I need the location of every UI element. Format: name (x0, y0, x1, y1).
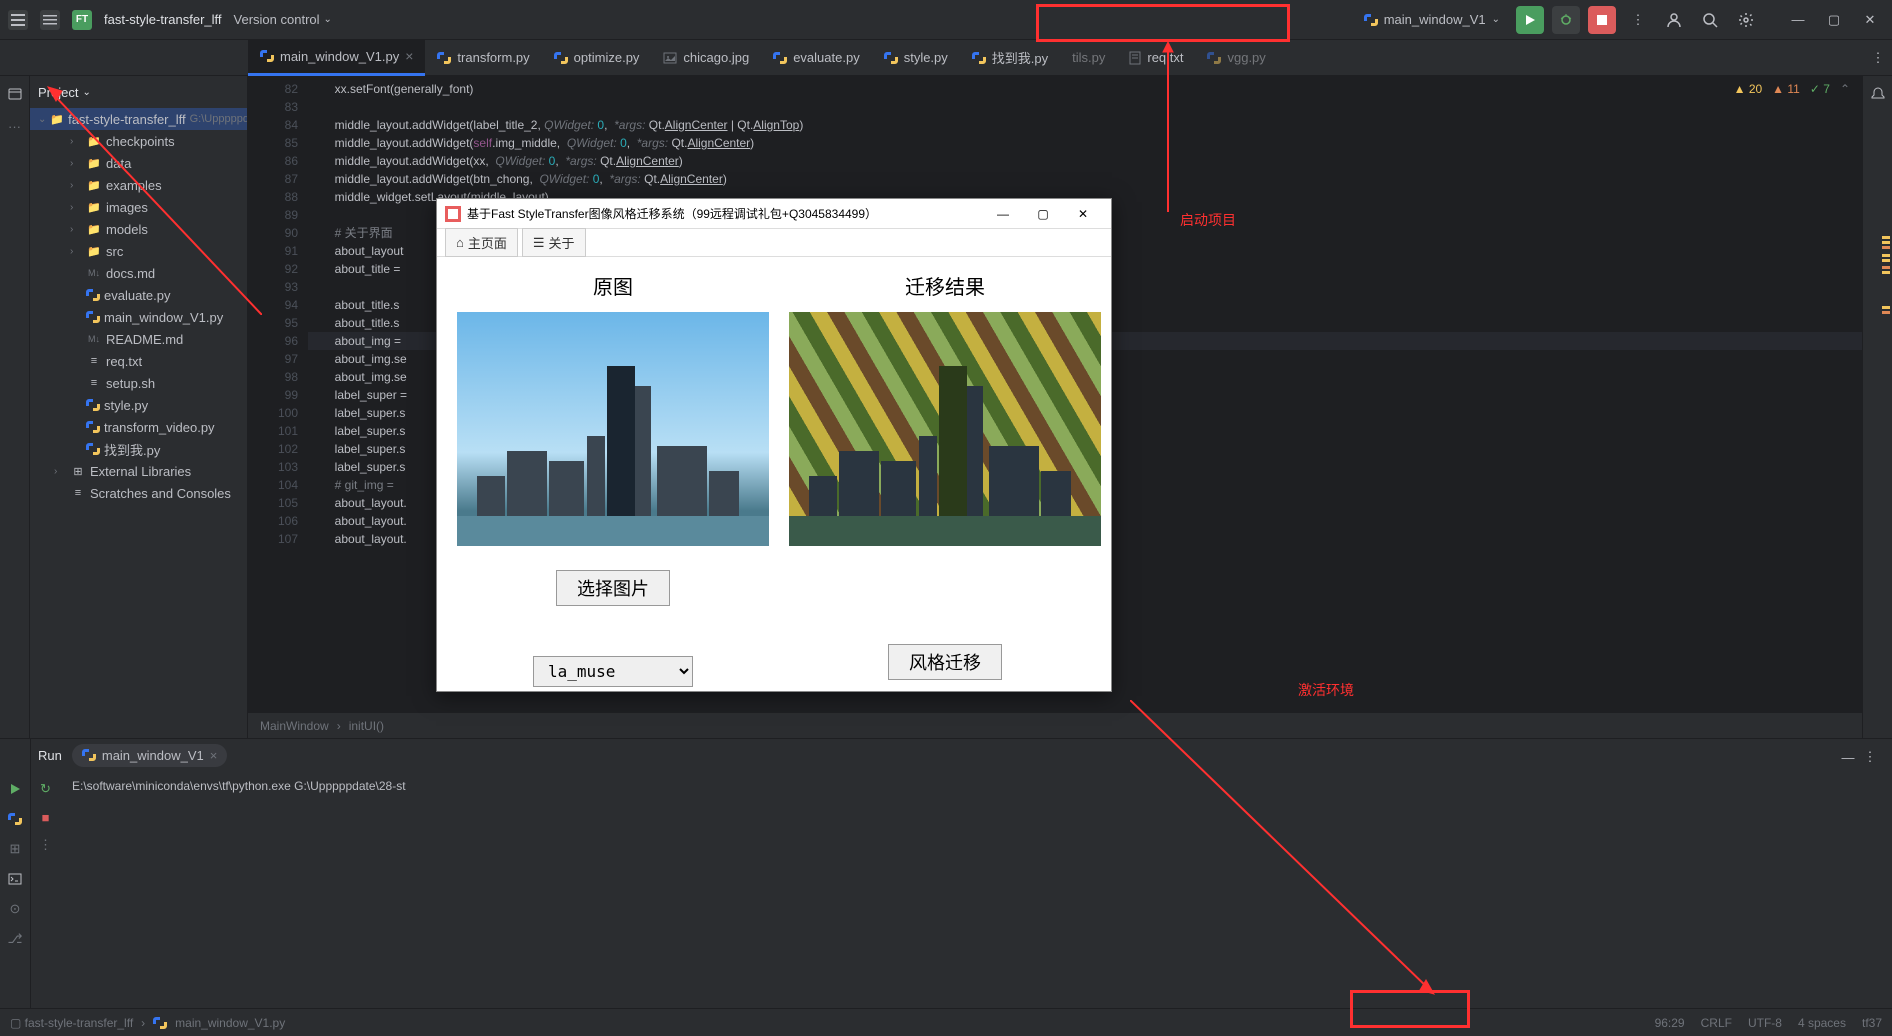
vcs-dropdown[interactable]: Version control ⌄ (234, 12, 332, 27)
run-button[interactable] (1516, 6, 1544, 34)
status-path1[interactable]: ▢ fast-style-transfer_lff (10, 1016, 133, 1030)
console-more-icon[interactable]: ⋮ (36, 835, 56, 855)
close-icon[interactable]: ✕ (1856, 6, 1884, 34)
select-image-button[interactable]: 选择图片 (556, 570, 670, 606)
app-window: 基于Fast StyleTransfer图像风格迁移系统（99远程调试礼包+Q3… (436, 198, 1112, 692)
inspection-expand-icon[interactable]: ⌃ (1840, 82, 1850, 96)
tabs-more-icon[interactable]: ⋮ (1864, 44, 1892, 72)
app-maximize-icon[interactable]: ▢ (1023, 200, 1063, 228)
tab-main-window[interactable]: main_window_V1.py× (248, 40, 425, 76)
app-tab-about[interactable]: ☰ 关于 (522, 228, 586, 257)
terminal-icon[interactable] (5, 869, 25, 889)
rerun-icon[interactable]: ↻ (36, 779, 56, 799)
debug-button[interactable] (1552, 6, 1580, 34)
tree-item[interactable]: style.py (30, 394, 247, 416)
tab-evaluate[interactable]: evaluate.py (761, 40, 872, 76)
tree-external-libraries[interactable]: ›⊞External Libraries (30, 460, 247, 482)
run-tool-icon[interactable] (5, 779, 25, 799)
breadcrumb[interactable]: MainWindow › initUI() (248, 712, 1862, 738)
run-config-selector[interactable]: main_window_V1 ⌄ (1356, 8, 1508, 31)
status-cursor[interactable]: 96:29 (1655, 1016, 1685, 1030)
stop-icon[interactable]: ■ (36, 807, 56, 827)
original-image (457, 312, 769, 546)
app-close-icon[interactable]: ✕ (1063, 200, 1103, 228)
status-path2[interactable]: main_window_V1.py (175, 1016, 285, 1030)
tab-tils[interactable]: tils.py (1060, 40, 1117, 76)
project-name: fast-style-transfer_lff (104, 12, 222, 27)
app-tab-home[interactable]: ⌂ 主页面 (445, 228, 518, 257)
python-console-icon[interactable] (5, 809, 25, 829)
vcs-icon[interactable]: ⎇ (5, 929, 25, 949)
structure-tool-icon[interactable]: ··· (5, 116, 25, 136)
hamburger-icon[interactable] (40, 10, 60, 30)
status-line-sep[interactable]: CRLF (1701, 1016, 1732, 1030)
tree-scratches[interactable]: ≡Scratches and Consoles (30, 482, 247, 504)
tree-item[interactable]: transform_video.py (30, 416, 247, 438)
tree-item[interactable]: 找到我.py (30, 438, 247, 460)
app-title: 基于Fast StyleTransfer图像风格迁移系统（99远程调试礼包+Q3… (467, 205, 983, 222)
annotation-activate: 激活环境 (1298, 680, 1354, 700)
annotation-arrow-tree (42, 85, 262, 315)
project-badge: FT (72, 10, 92, 30)
tree-item[interactable]: M↓README.md (30, 328, 247, 350)
tab-optimize[interactable]: optimize.py (542, 40, 652, 76)
annotation-arrow-launch (1158, 42, 1178, 212)
inspection-warnings-a[interactable]: ▲ 20 (1734, 82, 1763, 96)
app-minimize-icon[interactable]: — (983, 200, 1023, 228)
maximize-icon[interactable]: ▢ (1820, 6, 1848, 34)
result-title: 迁移结果 (905, 271, 985, 300)
editor-tabs: main_window_V1.py× transform.py optimize… (0, 40, 1892, 76)
tab-req[interactable]: req.txt (1117, 40, 1195, 76)
account-icon[interactable] (1660, 6, 1688, 34)
search-icon[interactable] (1696, 6, 1724, 34)
tab-style[interactable]: style.py (872, 40, 960, 76)
services-icon[interactable]: ⊞ (5, 839, 25, 859)
annotation-arrow-activate (1130, 700, 1440, 1000)
app-menu-icon[interactable] (8, 10, 28, 30)
status-encoding[interactable]: UTF-8 (1748, 1016, 1782, 1030)
settings-icon[interactable] (1732, 6, 1760, 34)
inspection-checks[interactable]: ✓ 7 (1810, 82, 1830, 96)
tab-vgg[interactable]: vgg.py (1195, 40, 1277, 76)
tab-transform[interactable]: transform.py (425, 40, 541, 76)
annotation-launch: 启动项目 (1180, 210, 1236, 230)
run-panel-hide[interactable]: — (1834, 743, 1862, 771)
notifications-icon[interactable] (1868, 84, 1888, 104)
minimize-icon[interactable]: — (1784, 6, 1812, 34)
status-interpreter[interactable]: tf37 (1862, 1016, 1882, 1030)
original-title: 原图 (593, 271, 633, 300)
inspection-warnings-b[interactable]: ▲ 11 (1772, 82, 1800, 96)
tree-item[interactable]: ≡req.txt (30, 350, 247, 372)
stop-button[interactable] (1588, 6, 1616, 34)
result-image (789, 312, 1101, 546)
transfer-button[interactable]: 风格迁移 (888, 644, 1002, 680)
tab-chicago[interactable]: chicago.jpg (651, 40, 761, 76)
more-icon[interactable]: ⋮ (1624, 6, 1652, 34)
problems-icon[interactable]: ⊙ (5, 899, 25, 919)
style-select[interactable]: la_muse (533, 656, 693, 687)
tab-findme[interactable]: 找到我.py (960, 40, 1060, 76)
run-tab[interactable]: main_window_V1 × (72, 744, 228, 767)
tree-item[interactable]: ≡setup.sh (30, 372, 247, 394)
console-output: E:\software\miniconda\envs\tf\python.exe… (72, 779, 1880, 793)
project-tool-icon[interactable] (5, 84, 25, 104)
run-panel-title: Run (38, 748, 62, 763)
status-indent[interactable]: 4 spaces (1798, 1016, 1846, 1030)
tab-close-icon[interactable]: × (405, 48, 413, 64)
